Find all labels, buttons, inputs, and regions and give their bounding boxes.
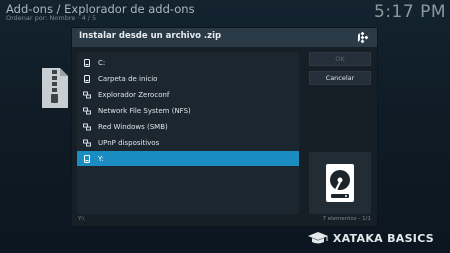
network-icon <box>83 123 91 130</box>
hard-drive-icon <box>326 164 354 202</box>
graduation-cap-icon <box>307 232 328 244</box>
cancel-button[interactable]: Cancelar <box>309 71 371 85</box>
list-item-label: Carpeta de inicio <box>98 74 158 83</box>
source-list: C: Carpeta de inicio Explorador Zeroconf… <box>77 52 299 214</box>
list-item-label: UPnP dispositivos <box>98 138 160 147</box>
list-item-label: C: <box>98 58 106 67</box>
list-item-y-drive[interactable]: Y: <box>77 151 299 166</box>
list-item-zeroconf[interactable]: Explorador Zeroconf <box>77 87 299 102</box>
background-subtitle: Ordenar por: Nombre · 4 / 5 <box>6 14 97 22</box>
list-item-c-drive[interactable]: C: <box>77 55 299 70</box>
list-item-upnp[interactable]: UPnP dispositivos <box>77 135 299 150</box>
drive-icon <box>84 154 90 163</box>
network-icon <box>83 139 91 146</box>
network-icon <box>83 91 91 98</box>
network-icon <box>83 107 91 114</box>
item-count: 7 elementos - 1/1 <box>322 216 372 222</box>
brand-text: XATAKA BASICS <box>332 231 434 245</box>
drive-icon <box>84 74 90 83</box>
item-preview <box>309 152 371 214</box>
clock: 5:17 PM <box>374 2 446 22</box>
list-item-smb[interactable]: Red Windows (SMB) <box>77 119 299 134</box>
list-item-label: Red Windows (SMB) <box>98 122 168 131</box>
dialog-header: Instalar desde un archivo .zip <box>72 28 377 47</box>
list-item-label: Explorador Zeroconf <box>98 90 170 99</box>
current-path: Y:\ <box>78 216 85 222</box>
dialog-title: Instalar desde un archivo .zip <box>79 31 222 41</box>
drive-icon <box>84 58 90 67</box>
list-item-home-folder[interactable]: Carpeta de inicio <box>77 71 299 86</box>
kodi-logo-icon <box>357 31 369 44</box>
list-item-label: Y: <box>98 154 104 163</box>
background-header: Add-ons / Explorador de add-ons Ordenar … <box>0 0 450 26</box>
brand-watermark: XATAKA BASICS <box>307 231 434 245</box>
list-item-nfs[interactable]: Network File System (NFS) <box>77 103 299 118</box>
install-zip-dialog: Instalar desde un archivo .zip C: Carpet… <box>71 27 378 227</box>
zip-file-icon <box>42 68 68 108</box>
ok-button[interactable]: OK <box>309 52 371 66</box>
list-item-label: Network File System (NFS) <box>98 106 191 115</box>
